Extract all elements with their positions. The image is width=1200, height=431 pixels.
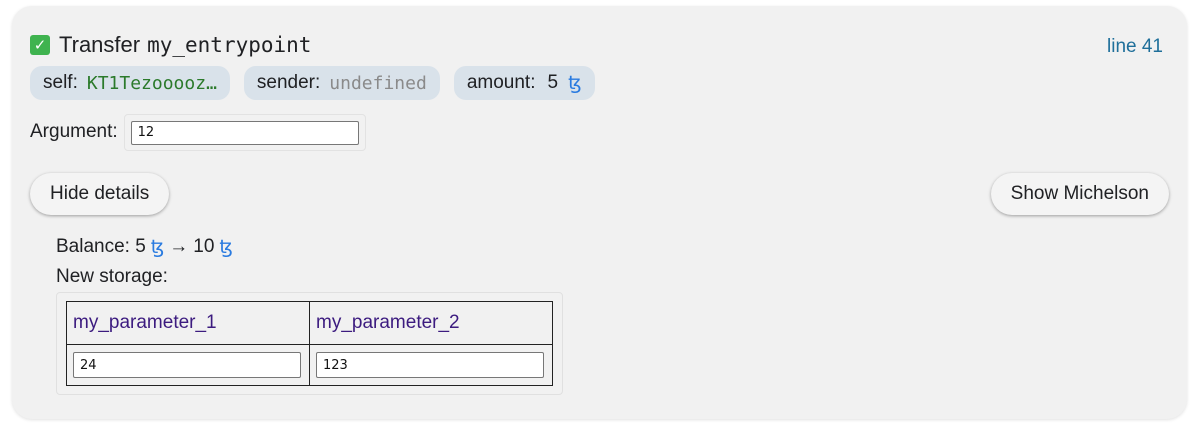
show-michelson-button[interactable]: Show Michelson: [990, 173, 1169, 215]
title-prefix: Transfer: [59, 32, 141, 57]
check-mark-icon: ✓: [30, 35, 50, 55]
details-section: Balance: 5 ꜩ → 10 ꜩ New storage:: [56, 232, 233, 292]
amount-value: 5: [547, 72, 559, 93]
sender-label: sender:: [256, 72, 321, 93]
new-storage-label: New storage:: [56, 266, 168, 287]
column-header: my_parameter_1: [66, 301, 310, 345]
entrypoint-name: my_entrypoint: [147, 33, 312, 57]
context-chips: self: KT1Tezooooz… sender: undefined amo…: [30, 66, 595, 100]
transfer-card: ✓ Transfer my_entrypoint line 41 self: K…: [12, 6, 1187, 419]
storage-table: my_parameter_1 my_parameter_2: [66, 301, 553, 386]
table-row: [66, 344, 553, 386]
table-cell: [66, 344, 310, 386]
table-header-row: my_parameter_1 my_parameter_2: [66, 301, 553, 345]
column-header: my_parameter_2: [309, 301, 553, 345]
argument-row: Argument:: [30, 114, 366, 151]
amount-label: amount:: [466, 72, 536, 93]
line-link[interactable]: line 41: [1107, 36, 1163, 58]
self-chip: self: KT1Tezooooz…: [30, 66, 230, 100]
table-cell: [309, 344, 553, 386]
my-parameter-1-input[interactable]: [73, 352, 301, 378]
self-address: KT1Tezooooz…: [86, 72, 217, 94]
tez-icon: ꜩ: [568, 72, 582, 94]
balance-label: Balance: 5: [56, 236, 146, 257]
tez-icon: ꜩ: [219, 236, 233, 258]
card-title: ✓ Transfer my_entrypoint: [30, 32, 311, 58]
sender-chip: sender: undefined: [243, 66, 440, 100]
storage-table-wrapper: my_parameter_1 my_parameter_2: [56, 292, 563, 395]
sender-value: undefined: [329, 72, 427, 94]
arrow-icon: →: [169, 236, 189, 257]
argument-box: [123, 114, 366, 151]
amount-chip: amount: 5 ꜩ: [453, 66, 595, 100]
tez-icon: ꜩ: [150, 236, 165, 258]
my-parameter-2-input[interactable]: [316, 352, 544, 378]
argument-label: Argument:: [30, 121, 118, 143]
self-label: self:: [43, 72, 78, 93]
hide-details-button[interactable]: Hide details: [30, 173, 170, 215]
argument-input[interactable]: [130, 120, 359, 145]
balance-new: 10: [193, 236, 215, 257]
balance-line: Balance: 5 ꜩ → 10 ꜩ: [56, 232, 233, 262]
